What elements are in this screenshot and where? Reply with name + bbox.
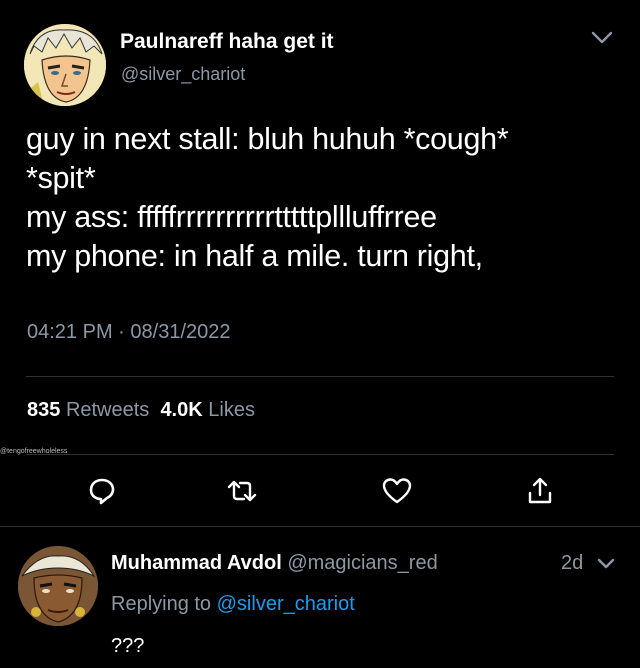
avatar[interactable]: [24, 24, 106, 106]
divider: [0, 526, 640, 527]
tweet-time: 04:21 PM: [27, 321, 113, 343]
tweet-stats: 835 Retweets 4.0K Likes: [27, 399, 255, 422]
tweet-line: *spit*: [26, 161, 96, 195]
retweets-count: 835: [27, 399, 61, 421]
likes-label: Likes: [208, 399, 255, 421]
tweet-line: guy in next stall: bluh huhuh *cough*: [26, 122, 509, 156]
chevron-down-icon[interactable]: [596, 556, 616, 572]
retweets-label: Retweets: [65, 399, 150, 421]
tweet-timestamp[interactable]: 04:21 PM · 08/31/2022: [27, 321, 231, 344]
reply-avatar[interactable]: [18, 546, 98, 626]
tweet-line: my phone: in half a mile. turn right,: [26, 239, 483, 273]
tweet-line: my ass: fffffrrrrrrrrrrtttttpllluffrree: [26, 200, 437, 234]
retweet-icon[interactable]: [226, 475, 258, 507]
meta-separator: ·: [118, 321, 125, 343]
share-icon[interactable]: [524, 475, 556, 507]
handle[interactable]: @silver_chariot: [121, 64, 245, 85]
replying-to: Replying to @silver_chariot: [111, 593, 355, 616]
like-icon[interactable]: [381, 475, 413, 507]
retweets-stat[interactable]: 835 Retweets: [27, 399, 149, 421]
tweet-date: 08/31/2022: [130, 321, 231, 343]
divider: [26, 454, 614, 455]
chevron-down-icon[interactable]: [590, 28, 614, 48]
reply-display-name: Muhammad Avdol: [111, 552, 282, 574]
display-name[interactable]: Paulnareff haha get it: [120, 30, 334, 54]
divider: [26, 376, 614, 377]
reply-text: ???: [111, 635, 145, 657]
mention-link[interactable]: @silver_chariot: [217, 593, 355, 615]
reply-handle: @magicians_red: [287, 552, 438, 574]
tweet-text: guy in next stall: bluh huhuh *cough* *s…: [26, 120, 626, 276]
reply-time[interactable]: 2d: [561, 552, 583, 575]
reply-author[interactable]: Muhammad Avdol @magicians_red: [111, 552, 438, 575]
reply-icon[interactable]: [86, 475, 118, 507]
likes-stat[interactable]: 4.0K Likes: [160, 399, 255, 421]
likes-count: 4.0K: [160, 399, 203, 421]
replying-prefix: Replying to: [111, 593, 212, 615]
